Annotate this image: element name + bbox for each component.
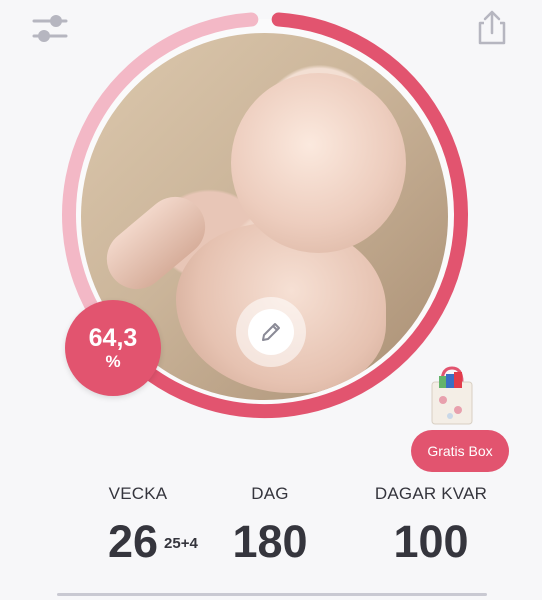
stat-days-remaining-value: 100 xyxy=(393,516,469,567)
stat-week-value: 26 25+4 xyxy=(107,516,198,567)
edit-photo-button[interactable] xyxy=(236,297,306,367)
stat-week-number: 26 xyxy=(107,516,159,567)
free-box-button[interactable]: Gratis Box xyxy=(411,430,509,472)
progress-percent-value: 64,3 xyxy=(88,324,138,352)
pencil-icon xyxy=(262,323,280,341)
progress-percent-symbol: % xyxy=(105,352,121,371)
stat-day: DAG 180 xyxy=(210,484,330,566)
stat-week-label: VECKA xyxy=(108,484,168,503)
divider xyxy=(57,593,487,596)
stat-days-remaining: DAGAR KVAR 100 xyxy=(346,484,516,566)
progress-percent-badge: 64,3 % xyxy=(65,300,161,396)
gift-bag-icon[interactable] xyxy=(428,362,476,428)
stat-week-days: 25+4 xyxy=(164,535,198,552)
stat-days-remaining-label: DAGAR KVAR xyxy=(374,484,488,503)
stat-day-label: DAG xyxy=(251,484,289,503)
stat-day-value: 180 xyxy=(232,516,308,567)
stat-week: VECKA 26 25+4 xyxy=(68,484,208,566)
